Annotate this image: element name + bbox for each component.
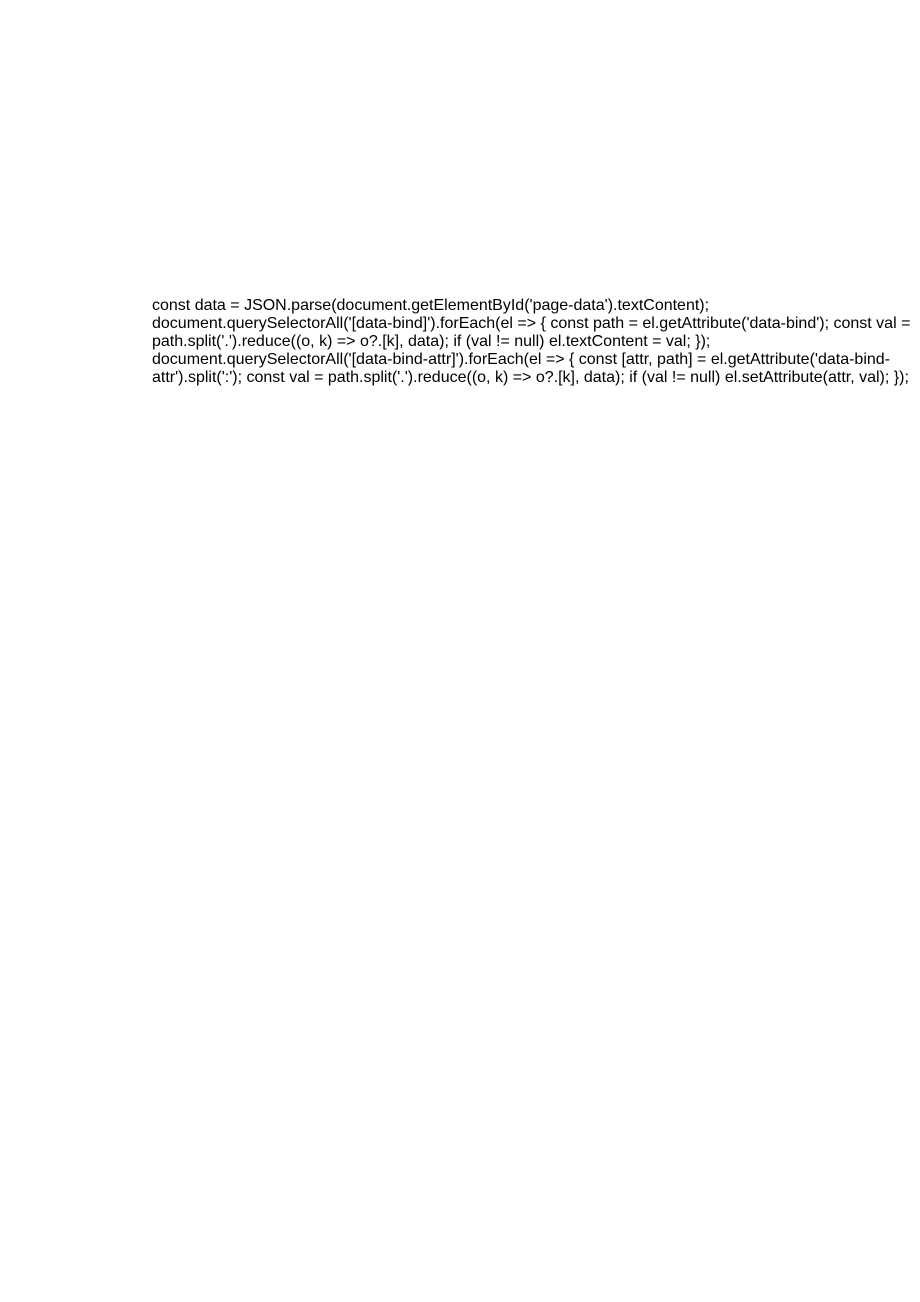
list-item	[152, 129, 920, 153]
list-item	[152, 105, 920, 129]
list-item	[152, 249, 920, 273]
list-item	[152, 225, 920, 249]
list-item	[152, 201, 920, 225]
list-item	[152, 177, 920, 201]
article-list: const data = JSON.parse(document.getElem…	[152, 105, 920, 387]
list-item	[152, 153, 920, 177]
list-item	[152, 273, 920, 297]
